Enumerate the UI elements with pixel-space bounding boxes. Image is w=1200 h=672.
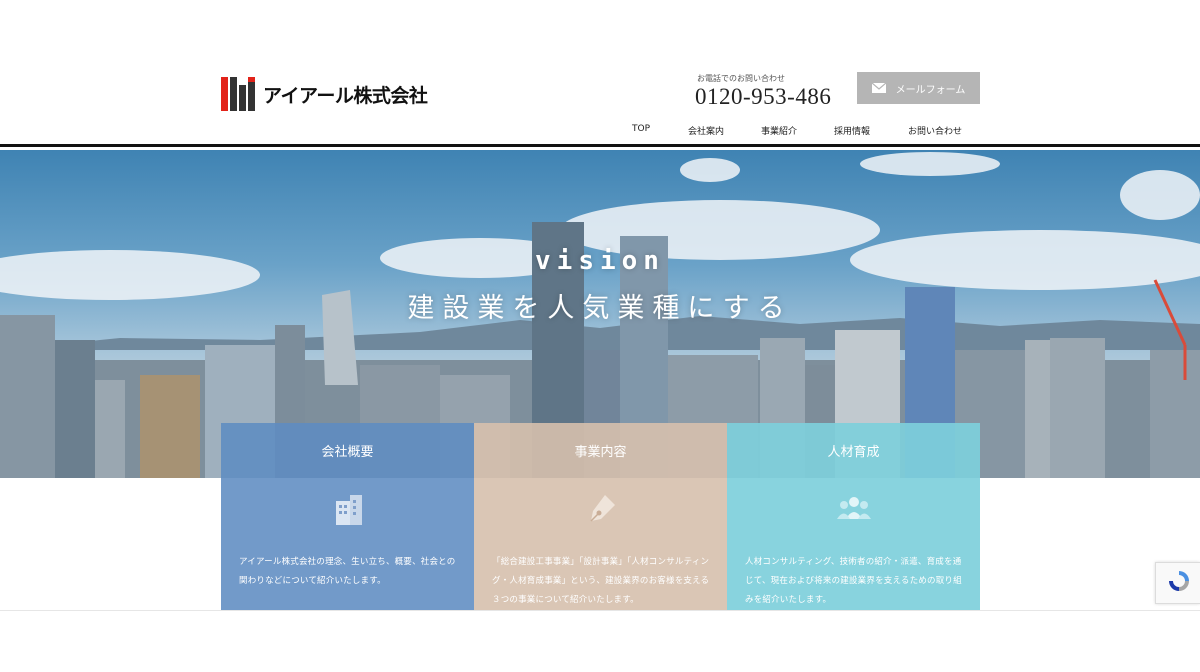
card-company-overview[interactable]: 会社概要 アイアール株式会社の理念、生い立ち、概要、社会との関わりなどについて紹… (221, 423, 474, 610)
card-title: 人材育成 (827, 445, 880, 460)
phone-caption: お電話でのお問い合わせ (697, 74, 785, 83)
nav-item-recruit[interactable]: 採用情報 (834, 124, 870, 137)
card-title: 会社概要 (321, 445, 374, 460)
phone-number[interactable]: 0120-953-486 (695, 84, 831, 110)
people-group-icon (836, 491, 872, 527)
recaptcha-badge[interactable] (1155, 562, 1200, 604)
card-description: 人材コンサルティング、技術者の紹介・派遣、育成を通じて、現在および将来の建設業界… (745, 557, 962, 605)
hero-title-en: vision (535, 246, 665, 276)
card-business[interactable]: 事業内容 「総合建設工事事業」「設計事業」「人材コンサルティング・人材育成事業」… (474, 423, 727, 610)
envelope-icon (871, 82, 887, 93)
card-title: 事業内容 (574, 445, 627, 460)
nav-item-top[interactable]: TOP (632, 124, 650, 134)
building-icon (330, 491, 366, 527)
main-nav: TOP 会社案内 事業紹介 採用情報 お問い合わせ (0, 124, 1200, 137)
logo-mark-icon (221, 77, 257, 111)
mail-form-label: メールフォーム (895, 84, 966, 96)
mail-form-button[interactable]: メールフォーム (857, 72, 980, 104)
logo-text: アイアール株式会社 (263, 84, 428, 107)
nav-item-contact[interactable]: お問い合わせ (908, 124, 962, 137)
site-logo[interactable]: アイアール株式会社 (221, 77, 428, 111)
hero-title-jp: 建設業を人気業種にする (407, 293, 793, 324)
nav-item-business[interactable]: 事業紹介 (761, 124, 797, 137)
pen-nib-icon (583, 491, 619, 527)
site-header: アイアール株式会社 お電話でのお問い合わせ 0120-953-486 メールフォ… (0, 0, 1200, 147)
recaptcha-icon (1167, 569, 1191, 593)
card-description: アイアール株式会社の理念、生い立ち、概要、社会との関わりなどについて紹介いたしま… (239, 557, 456, 586)
nav-item-company[interactable]: 会社案内 (688, 124, 724, 137)
section-divider (0, 610, 1200, 611)
card-hr-development[interactable]: 人材育成 人材コンサルティング、技術者の紹介・派遣、育成を通じて、現在および将来… (727, 423, 980, 610)
card-description: 「総合建設工事事業」「設計事業」「人材コンサルティング・人材育成事業」という、建… (492, 557, 710, 605)
